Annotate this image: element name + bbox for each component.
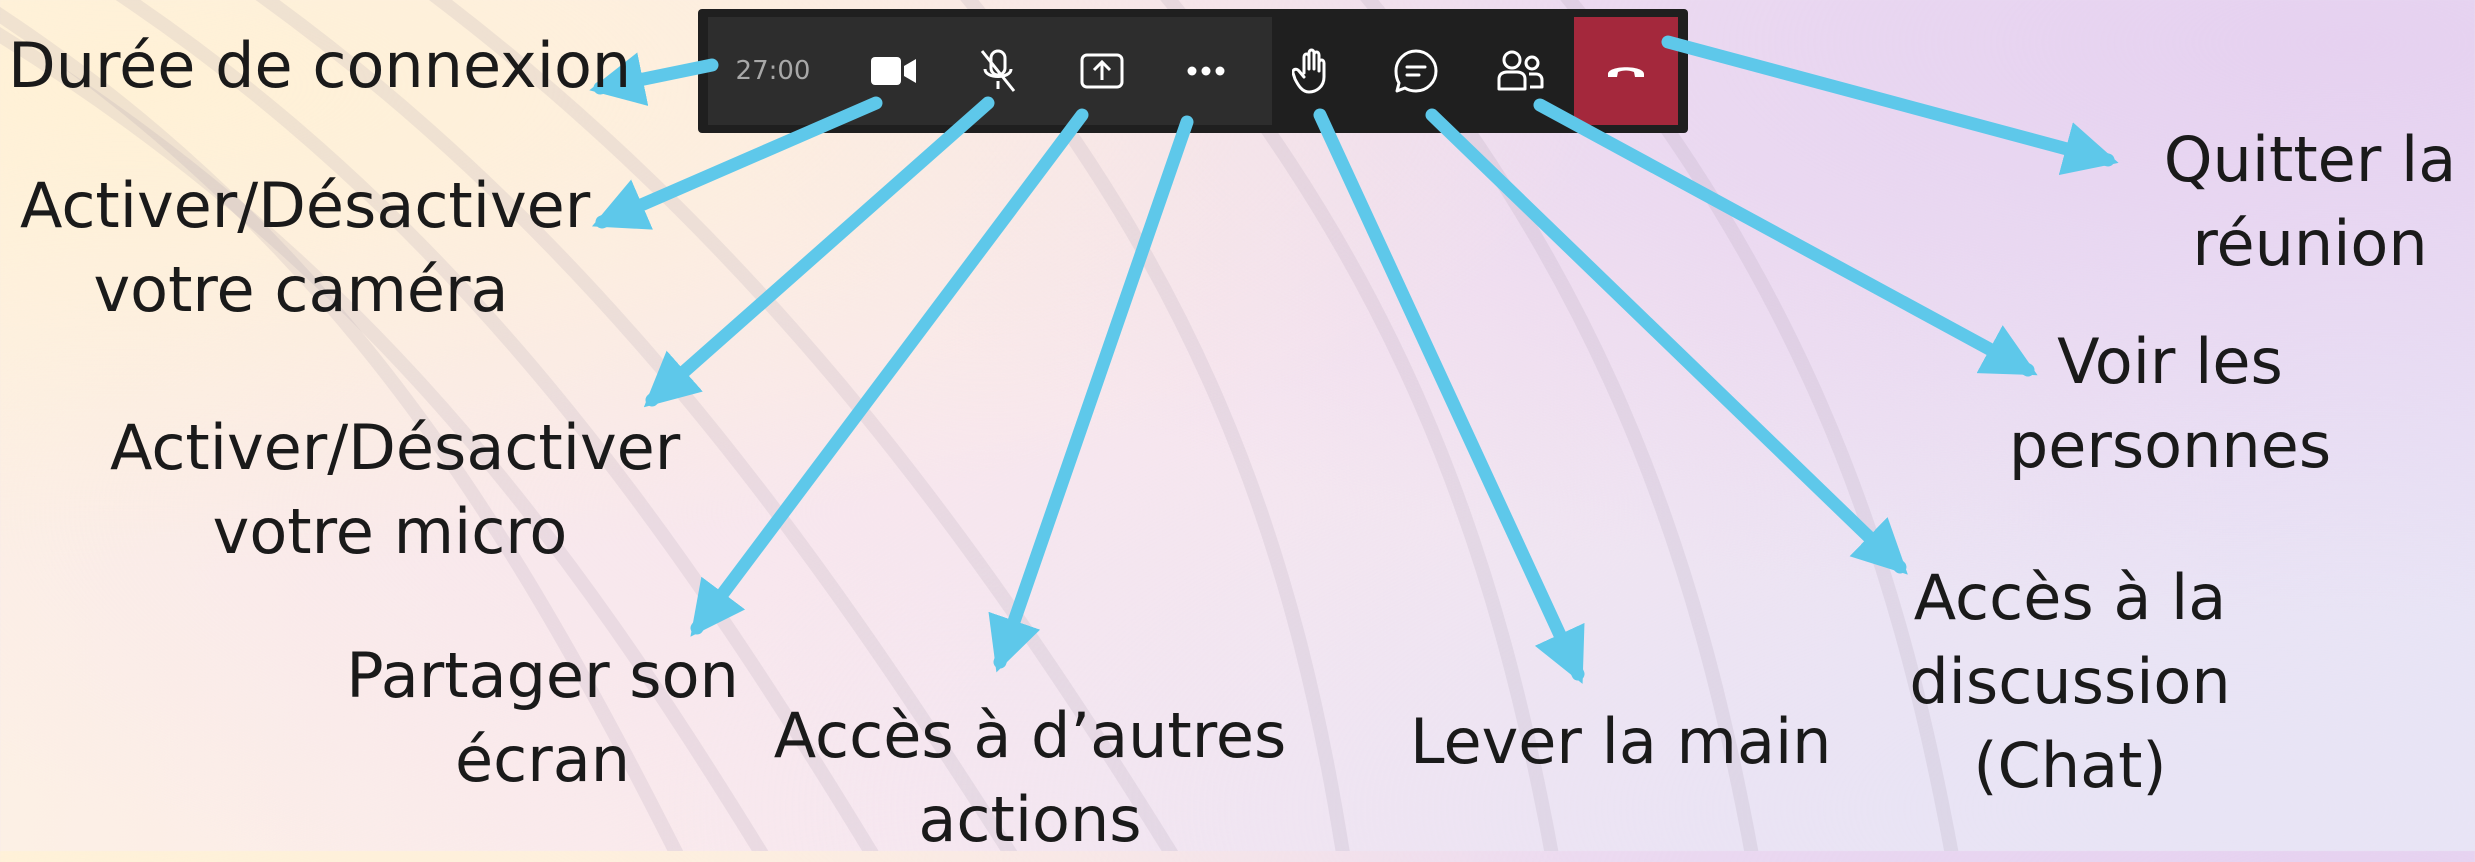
label-leave-line-2: réunion <box>2192 207 2428 280</box>
label-chat-line-3: (Chat) <box>1973 729 2167 802</box>
arrow-microphone <box>643 96 995 408</box>
label-duration: Durée de connexion <box>8 24 631 108</box>
label-more: Accès à d’autres actions <box>770 694 1290 862</box>
label-microphone-line-2: votre micro <box>212 495 568 568</box>
label-more-line-2: actions <box>918 783 1142 856</box>
label-share: Partager son écran <box>330 634 755 802</box>
arrow-leave <box>1661 35 2119 176</box>
label-chat: Accès à la discussion (Chat) <box>1885 556 2255 808</box>
label-share-line-1: Partager son <box>346 639 739 712</box>
label-raise-hand: Lever la main <box>1410 700 1832 784</box>
label-people-line-2: personnes <box>2008 409 2332 482</box>
label-people-line-1: Voir les <box>2057 325 2283 398</box>
label-leave: Quitter la réunion <box>2150 118 2470 286</box>
label-camera-line-2: votre caméra <box>93 253 509 326</box>
arrow-camera <box>591 96 883 230</box>
arrow-people <box>1533 98 2038 377</box>
label-duration-line: Durée de connexion <box>8 29 632 102</box>
label-more-line-1: Accès à d’autres <box>773 699 1287 772</box>
arrow-raise-hand <box>1313 108 1585 684</box>
label-camera-line-1: Activer/Désactiver <box>20 169 591 242</box>
label-chat-line-2: discussion <box>1909 645 2231 718</box>
label-raise-hand-line: Lever la main <box>1410 705 1832 778</box>
label-camera: Activer/Désactiver votre caméra <box>20 164 591 332</box>
label-microphone: Activer/Désactiver votre micro <box>110 406 681 574</box>
label-people: Voir les personnes <box>1990 320 2350 488</box>
arrow-more <box>988 115 1194 673</box>
label-share-line-2: écran <box>454 723 630 796</box>
label-chat-line-1: Accès à la <box>1913 561 2227 634</box>
label-microphone-line-1: Activer/Désactiver <box>110 411 681 484</box>
label-leave-line-1: Quitter la <box>2163 123 2457 196</box>
